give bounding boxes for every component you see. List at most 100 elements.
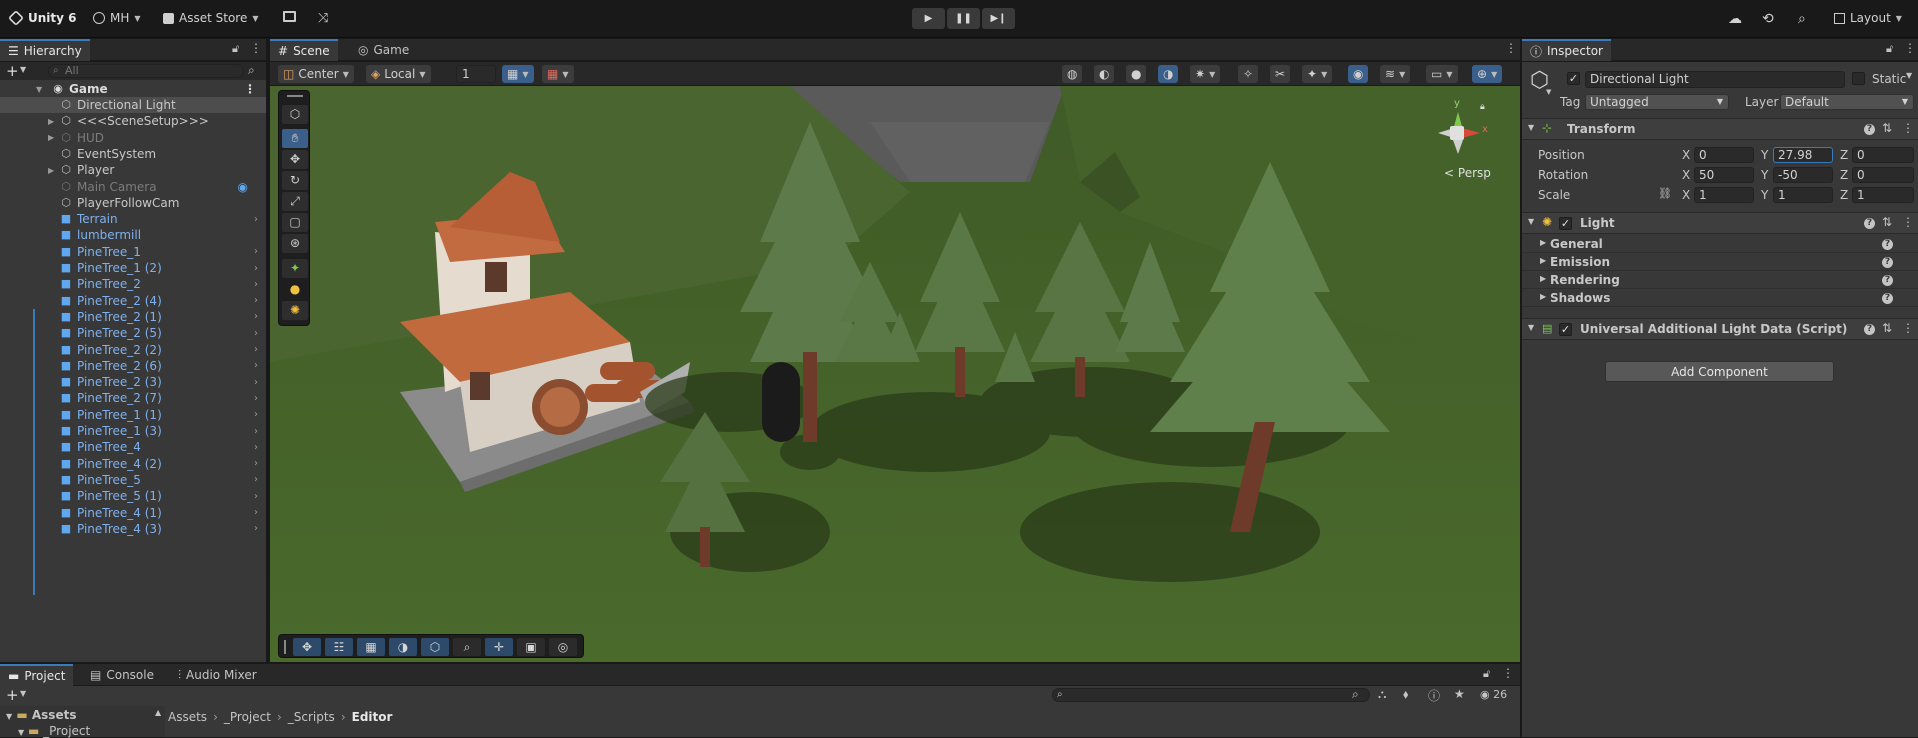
light-section-emission[interactable]: ▶ Emission? <box>1522 254 1918 271</box>
hierarchy-item[interactable]: ■ PineTree_2 (1) › <box>0 309 266 325</box>
help-icon[interactable]: ? <box>1882 275 1893 286</box>
open-prefab-arrow-icon[interactable]: › <box>254 377 258 388</box>
pause-button[interactable]: ❚❚ <box>947 8 980 29</box>
kebab-menu-icon[interactable]: ⋮ <box>1502 666 1514 680</box>
filter-by-type-icon[interactable]: ⛬ <box>1378 687 1386 702</box>
light-enabled-checkbox[interactable]: ✓ <box>1559 217 1572 230</box>
hierarchy-item[interactable]: ⬡ PlayerFollowCam <box>0 195 266 211</box>
kebab-menu-icon[interactable]: ⋮ <box>1505 41 1517 55</box>
hierarchy-item[interactable]: ■ PineTree_2 (6) › <box>0 358 266 374</box>
overlay-move-button[interactable]: ✥ <box>293 638 321 656</box>
expanded-arrow-icon[interactable]: ▼ <box>1528 217 1534 226</box>
gizmos-button[interactable]: ⊕ ▼ <box>1472 65 1503 83</box>
kebab-menu-icon[interactable]: ⋮ <box>250 41 262 55</box>
open-prefab-arrow-icon[interactable]: › <box>254 426 258 437</box>
overlay-pivot-button[interactable]: ✛ <box>485 638 513 656</box>
presets-icon[interactable]: ⇅ <box>1882 321 1892 335</box>
lighting-toggle-button[interactable]: ✧ <box>1238 65 1259 83</box>
lock-icon[interactable]: 🔒︎ <box>1480 102 1485 112</box>
gizmo-center[interactable] <box>1450 126 1464 140</box>
light-section-rendering[interactable]: ▶ Rendering? <box>1522 272 1918 289</box>
presets-icon[interactable]: ⇅ <box>1882 215 1892 229</box>
history-button[interactable]: ⟲ <box>1762 11 1774 27</box>
help-icon[interactable]: ? <box>1864 124 1875 135</box>
hierarchy-item[interactable]: ▶ ⬡ <<<SceneSetup>>> <box>0 113 266 129</box>
search-button[interactable]: ⌕ <box>1798 11 1806 27</box>
play-button[interactable]: ▶ <box>912 8 945 29</box>
open-prefab-arrow-icon[interactable]: › <box>254 442 258 453</box>
cloud-button[interactable]: ☁ <box>1728 11 1742 27</box>
position-y-field[interactable]: 27.98 <box>1773 147 1833 163</box>
project-search-input[interactable]: ⌕ <box>1052 688 1370 702</box>
constrain-proportions-icon[interactable]: ⛓ <box>1658 187 1672 200</box>
account-dropdown[interactable]: MH ▼ <box>93 11 141 25</box>
hierarchy-item[interactable]: ■ PineTree_4 (3) › <box>0 521 266 537</box>
hierarchy-item[interactable]: ■ PineTree_4 (2) › <box>0 456 266 472</box>
light-section-shadows[interactable]: ▶ Shadows? <box>1522 290 1918 307</box>
orientation-gizmo[interactable]: y x 🔒︎ < Persp <box>1430 98 1500 192</box>
unity-menu[interactable]: Unity 6 <box>8 10 77 26</box>
expanded-arrow-icon[interactable]: ▼ <box>1528 123 1534 132</box>
kebab-menu-icon[interactable]: ⋮ <box>1902 215 1914 229</box>
debug-draw-button[interactable]: ✷ ▼ <box>1190 65 1221 83</box>
help-icon[interactable]: ? <box>1882 257 1893 268</box>
script-enabled-checkbox[interactable]: ✓ <box>1559 323 1572 336</box>
custom-tool-button[interactable]: ✦ <box>282 259 308 278</box>
expanded-arrow-icon[interactable]: ▼ <box>18 728 24 737</box>
add-object-button[interactable]: + <box>6 62 19 80</box>
rect-tool-button[interactable]: ▢ <box>282 213 308 232</box>
move-tool-button[interactable]: ✥ <box>282 150 308 169</box>
hand-tool-button[interactable]: ✋︎ <box>282 129 308 148</box>
position-z-field[interactable]: 0 <box>1852 147 1914 163</box>
gizmo-neg-y-cone[interactable] <box>1453 140 1463 154</box>
static-checkbox[interactable] <box>1852 72 1865 85</box>
layers-button[interactable]: ≋ ▼ <box>1380 65 1411 83</box>
scene-render[interactable] <box>270 62 1520 662</box>
scale-x-field[interactable]: 1 <box>1694 187 1754 203</box>
persp-toggle[interactable]: < Persp <box>1444 166 1491 180</box>
open-prefab-arrow-icon[interactable]: › <box>254 458 258 469</box>
tab-hierarchy[interactable]: ☰ Hierarchy <box>0 39 90 61</box>
space-dropdown[interactable]: ◈ Local ▼ <box>366 65 431 83</box>
scene-viewport[interactable]: y x 🔒︎ < Persp <box>270 62 1520 662</box>
collapsed-arrow-icon[interactable]: ▶ <box>48 117 54 126</box>
light-probe-tool-button[interactable]: ✺ <box>282 301 308 320</box>
collapsed-arrow-icon[interactable]: ▶ <box>1540 256 1546 265</box>
collapsed-arrow-icon[interactable]: ▶ <box>48 133 54 142</box>
open-prefab-arrow-icon[interactable]: › <box>254 393 258 404</box>
step-button[interactable]: ▶❙ <box>982 8 1015 29</box>
open-prefab-arrow-icon[interactable]: › <box>254 360 258 371</box>
pivot-dropdown[interactable]: ◫ Center ▼ <box>278 65 354 83</box>
hierarchy-item[interactable]: ■ PineTree_1 (1) › <box>0 407 266 423</box>
folder-project-row[interactable]: ▼ ▬ _Project <box>18 724 90 738</box>
branch-button[interactable]: ⤨ <box>318 11 328 26</box>
tab-game[interactable]: ◎ Game <box>350 39 417 61</box>
hierarchy-item[interactable]: ■ Terrain › <box>0 211 266 227</box>
transform-header[interactable]: ▼ ⊹ Transform ? ⇅ ⋮ <box>1522 118 1918 140</box>
hierarchy-item[interactable]: ■ PineTree_4 (1) › <box>0 505 266 521</box>
hierarchy-item[interactable]: ⬡ Main Camera ◉ <box>0 179 266 195</box>
help-icon[interactable]: ? <box>1864 218 1875 229</box>
drag-handle-icon[interactable] <box>284 640 286 654</box>
light-section-general[interactable]: ▶ General? <box>1522 236 1918 253</box>
hierarchy-item[interactable]: ■ PineTree_2 › <box>0 276 266 292</box>
filter-by-label-icon[interactable]: ⬧ <box>1403 687 1408 702</box>
overlay-settings-button[interactable]: ☷ <box>325 638 353 656</box>
create-asset-button[interactable]: + <box>6 686 19 704</box>
scene-root-row[interactable]: ▼ ◉ Game ⋮ <box>0 81 266 97</box>
rotation-z-field[interactable]: 0 <box>1852 167 1914 183</box>
open-prefab-arrow-icon[interactable]: › <box>254 295 258 306</box>
expanded-arrow-icon[interactable]: ▼ <box>6 712 12 721</box>
hierarchy-item[interactable]: ■ PineTree_2 (7) › <box>0 390 266 406</box>
kebab-menu-icon[interactable]: ⋮ <box>244 82 256 96</box>
expanded-arrow-icon[interactable]: ▼ <box>36 85 42 94</box>
chevron-down-icon[interactable]: ▼ <box>20 65 26 74</box>
hierarchy-item[interactable]: ■ PineTree_5 (1) › <box>0 488 266 504</box>
gizmo-x-cone[interactable] <box>1462 128 1480 138</box>
tab-inspector[interactable]: ⓘ Inspector <box>1522 39 1611 61</box>
hierarchy-item[interactable]: ■ PineTree_2 (2) › <box>0 342 266 358</box>
player-capsule[interactable] <box>762 362 800 442</box>
scroll-up-arrow[interactable]: ▲ <box>155 708 161 717</box>
collapsed-arrow-icon[interactable]: ▶ <box>1540 292 1546 301</box>
overlay-grid-button[interactable]: ▦ <box>357 638 385 656</box>
